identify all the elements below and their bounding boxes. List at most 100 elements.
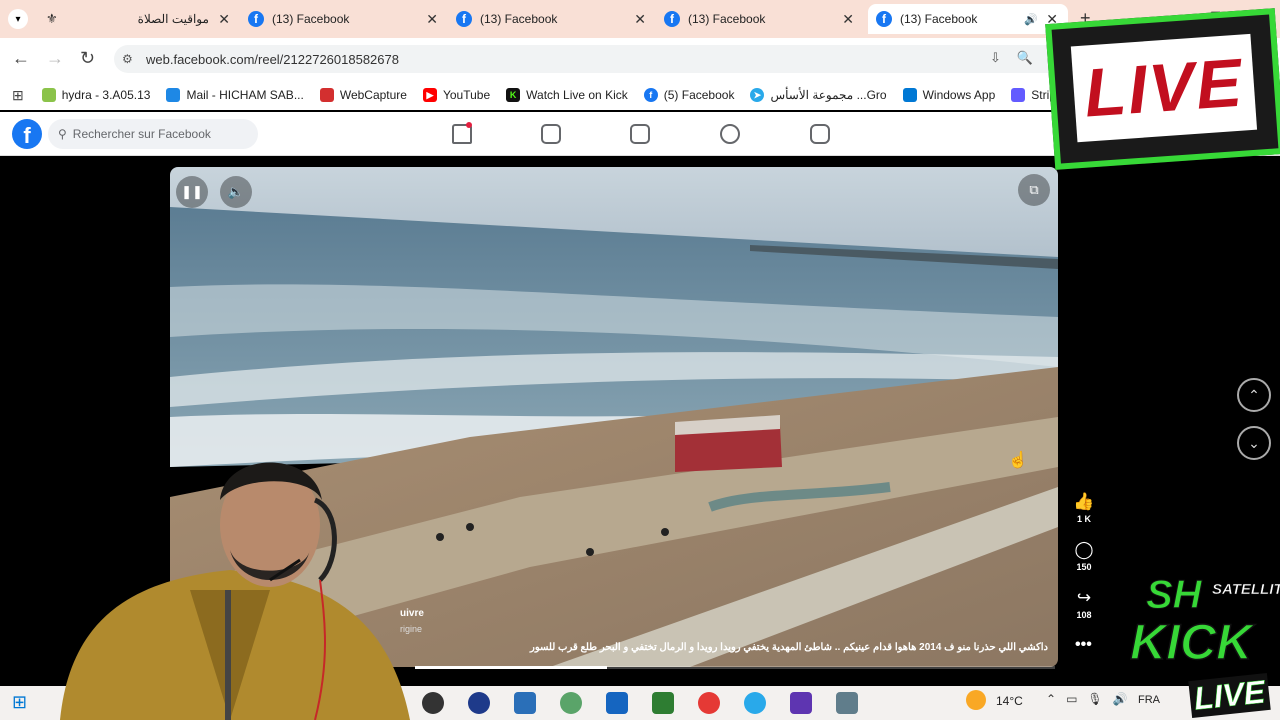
webcam-overlay [60, 462, 410, 720]
kick-live-text: LIVE [1188, 672, 1271, 719]
groups-icon[interactable] [720, 124, 740, 144]
system-tray: ⌃ ▭ 🎙 🔊 [1046, 692, 1128, 706]
site-info-icon[interactable]: ⚙ [122, 52, 136, 66]
youtube-icon: ▶ [422, 88, 437, 102]
search-placeholder: Rechercher sur Facebook [72, 127, 211, 141]
reload-icon[interactable]: ↻ [80, 48, 95, 69]
like-count: 1 K [1076, 514, 1091, 524]
stripe-icon [1011, 88, 1026, 102]
windows-start-icon[interactable]: ⊞ [12, 692, 34, 714]
bookmark-item[interactable]: WebCapture [319, 88, 407, 102]
mouse-cursor-icon: ☝ [1008, 452, 1028, 469]
address-bar[interactable]: ⚙ web.facebook.com/reel/2122726018582678 [114, 45, 1074, 73]
microphone-icon[interactable]: 🎙 [1087, 692, 1102, 706]
tab-search-icon[interactable]: ▾ [8, 9, 28, 29]
zoom-icon[interactable]: 🔍 [1017, 50, 1033, 66]
sh-logo-text: SH [1146, 573, 1203, 618]
bookmark-item[interactable]: hydra - 3.A05.13 [41, 88, 151, 102]
facebook-icon: f [248, 11, 264, 27]
facebook-icon: f [664, 11, 680, 27]
notification-dot [466, 122, 472, 128]
bookmark-favicon [41, 88, 56, 102]
browser-tab[interactable]: f (13) Facebook ✕ [456, 4, 656, 34]
live-badge-inner: LIVE [1070, 33, 1258, 143]
calculator-icon[interactable] [606, 692, 628, 714]
app-taskbar-icon[interactable] [514, 692, 536, 714]
chevron-up-icon[interactable]: ⌃ [1046, 692, 1056, 706]
telegram-icon: ➤ [750, 88, 765, 102]
facebook-icon: f [876, 11, 892, 27]
forward-arrow-icon[interactable]: → [46, 48, 64, 69]
apps-grid-icon[interactable]: ⊞ [12, 87, 24, 104]
share-count: 108 [1076, 610, 1092, 620]
bookmark-label: Windows App [922, 88, 996, 102]
network-icon[interactable]: ▭ [1066, 692, 1077, 706]
video-progress-bar[interactable] [415, 666, 1055, 669]
bookmark-item[interactable]: Windows App [902, 88, 996, 102]
kick-icon: K [506, 88, 521, 102]
bookmark-label: YouTube [442, 88, 491, 102]
browser-tab[interactable]: f (13) Facebook ✕ [664, 4, 864, 34]
prayer-site-icon: ⚜ [46, 11, 58, 26]
bookmark-item[interactable]: ➤ مجموعة الأسأس ...Gro [750, 88, 887, 102]
facebook-search-input[interactable]: ⚲ Rechercher sur Facebook [48, 119, 258, 149]
url-text: web.facebook.com/reel/2122726018582678 [146, 51, 399, 67]
weather-temperature[interactable]: 14°C [996, 694, 1023, 708]
app-taskbar-icon[interactable] [652, 692, 674, 714]
comment-button[interactable]: ◯ 150 [1068, 540, 1100, 572]
like-button[interactable]: 👍 1 K [1068, 492, 1100, 524]
satellite-label: SATELLITE [1212, 581, 1280, 599]
close-tab-icon[interactable]: ✕ [634, 11, 646, 28]
facebook-icon: f [643, 88, 658, 102]
bookmark-item[interactable]: ▶ YouTube [422, 88, 491, 102]
bookmark-item[interactable]: Mail - HICHAM SAB... [166, 88, 304, 102]
reels-icon[interactable] [541, 124, 561, 144]
close-tab-icon[interactable]: ✕ [218, 11, 230, 28]
pause-button[interactable]: ❚❚ [176, 176, 208, 208]
browser-tab[interactable]: ⚜ مواقيت الصلاة ✕ [40, 4, 240, 34]
video-progress-fill [415, 666, 607, 669]
more-options-icon[interactable]: ••• [1075, 636, 1092, 654]
app-taskbar-icon[interactable] [836, 692, 858, 714]
bookmark-label: Watch Live on Kick [526, 88, 628, 102]
tab-title: مواقيت الصلاة [137, 12, 209, 26]
app-taskbar-icon[interactable] [422, 692, 444, 714]
tab-title: (13) Facebook [900, 12, 978, 26]
telegram-icon[interactable] [744, 692, 766, 714]
browser-tab[interactable]: f (13) Facebook ✕ [248, 4, 448, 34]
webcapture-icon [319, 88, 334, 102]
tab-title: (13) Facebook [688, 12, 766, 26]
share-button[interactable]: ↪ 108 [1068, 588, 1100, 620]
comment-count: 150 [1076, 562, 1092, 572]
live-label: LIVE [1081, 44, 1246, 132]
tab-title: (13) Facebook [272, 12, 350, 26]
gaming-icon[interactable] [810, 124, 830, 144]
chrome-icon[interactable] [698, 692, 720, 714]
app-taskbar-icon[interactable] [468, 692, 490, 714]
bookmark-label: (5) Facebook [663, 88, 735, 102]
bookmark-item[interactable]: K Watch Live on Kick [506, 88, 628, 102]
browser-tab-active[interactable]: f (13) Facebook 🔊 ✕ [868, 4, 1068, 34]
weather-icon[interactable] [966, 690, 986, 710]
tab-title: (13) Facebook [480, 12, 558, 26]
kick-satellite-logo: SH SATELLITE KICK LIVE [1120, 555, 1280, 720]
marketplace-icon[interactable] [630, 124, 650, 144]
volume-button[interactable]: 🔈 [220, 176, 252, 208]
audio-playing-icon[interactable]: 🔊 [1024, 13, 1038, 26]
app-taskbar-icon[interactable] [790, 692, 812, 714]
bookmark-item[interactable]: f (5) Facebook [643, 88, 735, 102]
install-app-icon[interactable]: ⇩ [990, 50, 1001, 66]
share-icon: ↪ [1076, 588, 1092, 607]
comment-icon: ◯ [1074, 540, 1094, 559]
facebook-icon: f [456, 11, 472, 27]
close-tab-icon[interactable]: ✕ [426, 11, 438, 28]
back-arrow-icon[interactable]: ← [12, 48, 30, 69]
facebook-logo-icon[interactable]: f [12, 119, 42, 149]
bookmark-label: مجموعة الأسأس ...Gro [770, 88, 887, 102]
app-taskbar-icon[interactable] [560, 692, 582, 714]
close-tab-icon[interactable]: ✕ [842, 11, 854, 28]
previous-reel-button[interactable]: ⌃ [1237, 378, 1271, 412]
picture-in-picture-button[interactable]: ⧉ [1018, 174, 1050, 206]
next-reel-button[interactable]: ⌄ [1237, 426, 1271, 460]
bookmark-label: hydra - 3.A05.13 [61, 88, 151, 102]
